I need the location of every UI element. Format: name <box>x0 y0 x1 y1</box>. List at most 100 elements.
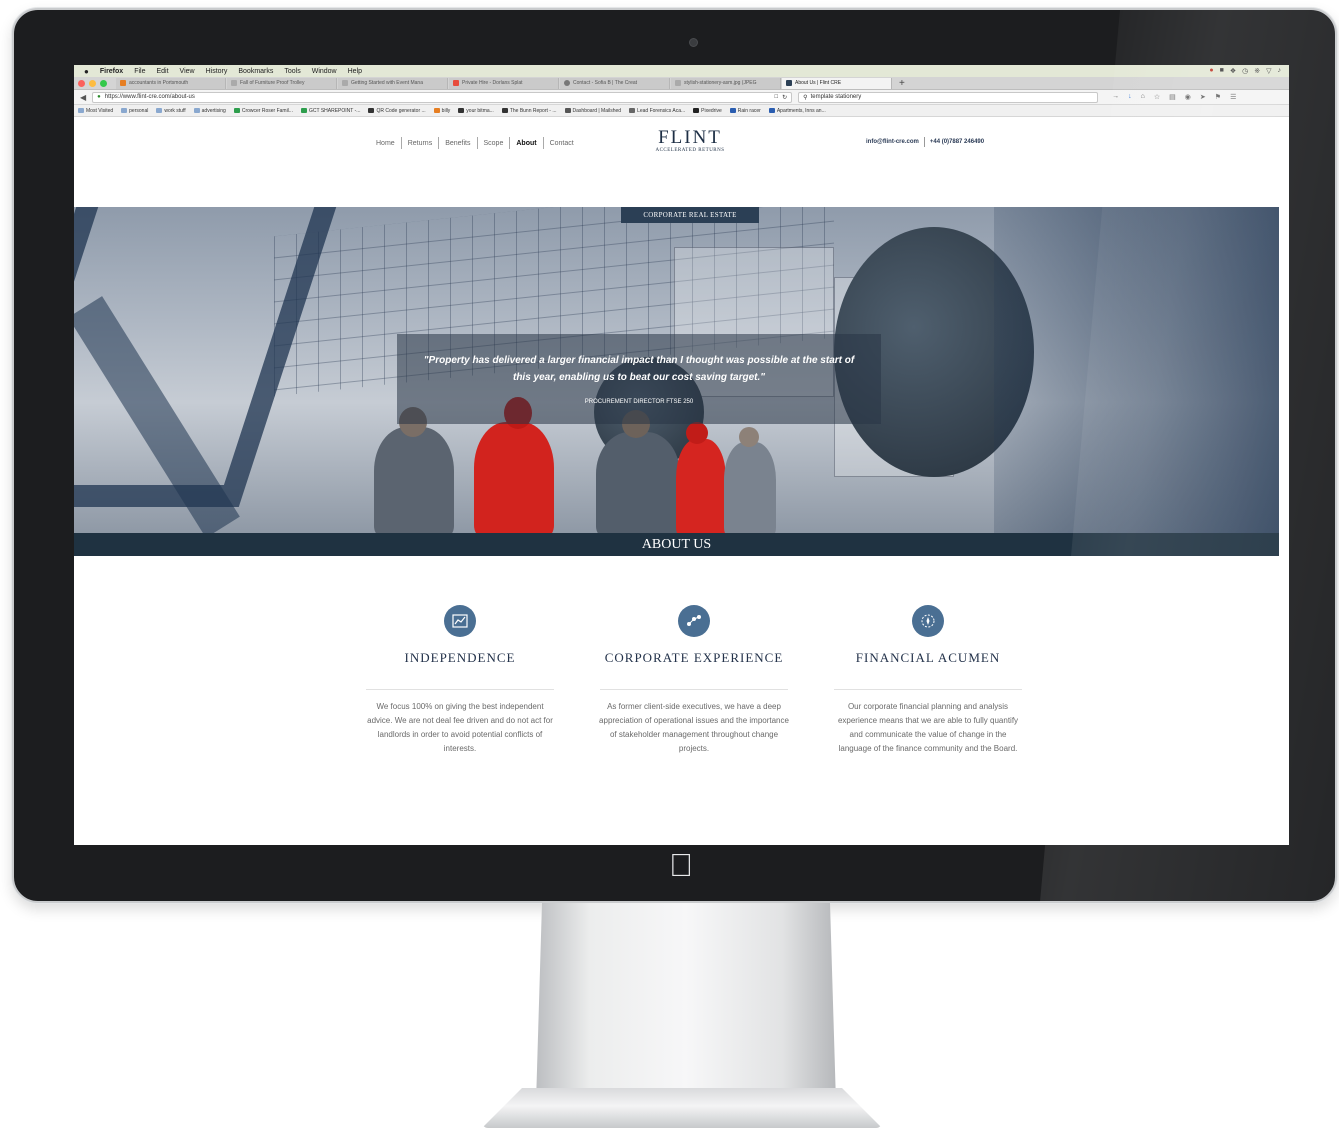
tab-favicon-icon <box>564 80 570 86</box>
status-icon-1[interactable]: ● <box>1209 67 1213 75</box>
menu-firefox[interactable]: Firefox <box>100 68 123 75</box>
bookmark-item[interactable]: GCT SHAREPOINT -... <box>300 108 360 114</box>
bookmark-item[interactable]: Apartments, Inns an... <box>768 108 826 114</box>
camera-icon <box>689 38 698 47</box>
status-icon-2[interactable]: ■ <box>1220 67 1224 75</box>
status-icons: ● ■ ❖ ◷ ※ ▽ ♪ <box>1209 67 1289 75</box>
menu-history[interactable]: History <box>206 68 228 75</box>
browser-tab[interactable]: Contact - Sofia B | The Creat <box>560 77 670 89</box>
bookmark-item[interactable]: Most Visited <box>78 108 113 114</box>
search-text: template stationery <box>810 94 862 100</box>
bookmark-item[interactable]: billy <box>433 108 450 114</box>
nav-benefits[interactable]: Benefits <box>439 140 476 147</box>
home-icon[interactable]: ⌂ <box>1141 93 1145 101</box>
bookmark-item[interactable]: work stuff <box>156 108 186 114</box>
tab-label: accountants in Portsmouth <box>129 80 189 86</box>
nav-scope[interactable]: Scope <box>478 140 510 147</box>
bluetooth-icon[interactable]: ※ <box>1254 67 1260 75</box>
feature-corporate-experience: CORPORATE EXPERIENCE As former client-si… <box>598 605 790 756</box>
bookmark-item[interactable]: QR Code generator ... <box>368 108 426 114</box>
minimize-window-button[interactable] <box>89 79 96 87</box>
email-link[interactable]: info@flint-cre.com <box>866 139 919 145</box>
browser-tab[interactable]: accountants in Portsmouth <box>116 77 226 89</box>
download-icon[interactable]: ↓ <box>1128 93 1132 101</box>
tab-favicon-icon <box>231 80 237 86</box>
forward-arrow-icon[interactable]: → <box>1112 93 1119 101</box>
menu-bookmarks[interactable]: Bookmarks <box>238 68 273 75</box>
tab-strip: accountants in Portsmouth Fall of Furnit… <box>74 77 1289 90</box>
bookmark-icon <box>768 108 775 113</box>
browser-tab[interactable]: Private Hire - Dorlans Splat <box>449 77 559 89</box>
bookmark-item[interactable]: your bitma... <box>458 108 494 114</box>
feature-description: We focus 100% on giving the best indepen… <box>367 702 553 753</box>
dashboard-icon <box>564 108 571 113</box>
browser-tab[interactable]: Fall of Furniture Proof Trolley <box>227 77 337 89</box>
bookmark-item[interactable]: advertising <box>193 108 226 114</box>
hero-person <box>374 427 454 533</box>
browser-tab-active[interactable]: About Us | Flint CRE <box>782 77 892 89</box>
tab-favicon-icon <box>453 80 459 86</box>
tab-label: Fall of Furniture Proof Trolley <box>240 80 305 86</box>
menu-file[interactable]: File <box>134 68 145 75</box>
bookmark-star-icon[interactable]: ☆ <box>1154 93 1160 101</box>
apple-menu-icon[interactable]: ● <box>84 67 89 76</box>
site-header: Home Returns Benefits Scope About Contac… <box>74 117 1289 192</box>
reload-icon[interactable]: ↻ <box>782 94 787 101</box>
tab-favicon-icon <box>342 80 348 86</box>
bookmark-item[interactable]: Pixedrive <box>693 108 722 114</box>
feature-divider <box>834 689 1022 690</box>
nav-contact[interactable]: Contact <box>544 140 580 147</box>
nav-about[interactable]: About <box>510 140 542 147</box>
close-window-button[interactable] <box>78 79 85 87</box>
new-tab-button[interactable]: + <box>899 78 905 89</box>
tab-label: Getting Started with Event Mana <box>351 80 423 86</box>
feature-divider <box>366 689 554 690</box>
menu-window[interactable]: Window <box>312 68 337 75</box>
feature-description: As former client-side executives, we hav… <box>599 702 789 753</box>
clock-icon[interactable]: ◷ <box>1242 67 1248 75</box>
bookmark-item[interactable]: Lead Forensics Aca... <box>629 108 685 114</box>
menu-help[interactable]: Help <box>348 68 362 75</box>
menu-tools[interactable]: Tools <box>284 68 300 75</box>
contact-divider <box>923 137 925 147</box>
hero-person-head <box>739 427 759 447</box>
menu-icon[interactable]: ☰ <box>1230 93 1236 101</box>
status-icon-3[interactable]: ❖ <box>1230 67 1236 75</box>
pocket-icon[interactable]: ◉ <box>1185 93 1191 101</box>
browser-tab[interactable]: Getting Started with Event Mana <box>338 77 448 89</box>
search-input[interactable]: ⚲ template stationery <box>798 91 1099 103</box>
compass-icon <box>912 605 944 637</box>
bookmark-item[interactable]: Crowcer Roser Famil... <box>233 108 293 114</box>
bookmark-item[interactable]: Rain racer <box>729 108 761 114</box>
hero-overlay <box>994 207 1279 533</box>
url-text: https://www.flint-cre.com/about-us <box>104 94 195 100</box>
feature-title: CORPORATE EXPERIENCE <box>604 650 784 665</box>
browser-tab[interactable]: stylish-stationery-asm.jpg (JPEG <box>671 77 781 89</box>
site-logo[interactable]: FLINT ACCELERATED RETURNS <box>646 127 734 153</box>
about-heading: ABOUT US <box>74 533 1279 556</box>
menu-view[interactable]: View <box>180 68 195 75</box>
nav-returns[interactable]: Returns <box>402 140 439 147</box>
send-icon[interactable]: ➤ <box>1200 93 1206 101</box>
bookmark-item[interactable]: Dashboard | Mailshed <box>564 108 621 114</box>
back-arrow-icon[interactable]: ◀ <box>80 93 86 102</box>
qr-icon <box>368 108 375 113</box>
volume-icon[interactable]: ♪ <box>1278 67 1282 75</box>
bookmark-icon <box>501 108 508 113</box>
reader-view-icon[interactable]: □ <box>775 94 779 100</box>
hero-person <box>474 422 554 533</box>
menu-edit[interactable]: Edit <box>156 68 168 75</box>
nav-home[interactable]: Home <box>370 140 401 147</box>
zoom-window-button[interactable] <box>100 79 107 87</box>
feature-independence: INDEPENDENCE We focus 100% on giving the… <box>364 605 556 756</box>
extension-icon[interactable]: ⚑ <box>1215 93 1221 101</box>
network-icon <box>678 605 710 637</box>
logo-tagline: ACCELERATED RETURNS <box>655 148 725 153</box>
library-icon[interactable]: ▤ <box>1169 93 1176 101</box>
url-bar[interactable]: ● https://www.flint-cre.com/about-us □ ↻ <box>92 91 793 103</box>
bookmark-item[interactable]: The Bunn Report - ... <box>501 108 557 114</box>
phone-link[interactable]: +44 (0)7887 246490 <box>930 139 984 145</box>
bookmark-icon <box>729 108 736 113</box>
wifi-icon[interactable]: ▽ <box>1266 67 1271 75</box>
bookmark-item[interactable]: personal <box>121 108 148 114</box>
